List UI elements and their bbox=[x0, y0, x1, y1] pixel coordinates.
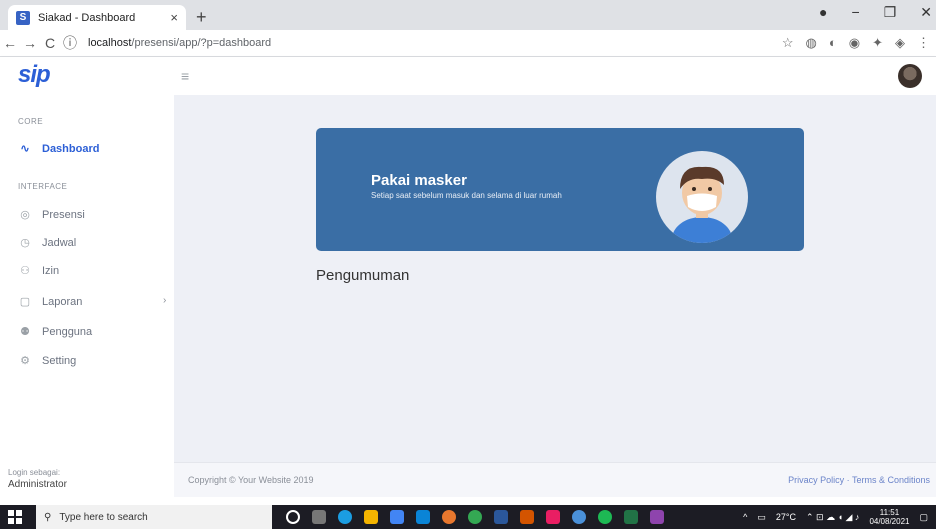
sidebar: CORE ∿ Dashboard INTERFACE ◎ Presensi ◷ … bbox=[0, 95, 174, 497]
sidebar-item-label: Setting bbox=[42, 354, 77, 367]
address-bar: ← → C ⓘ localhost/presensi/app/?p=dashbo… bbox=[0, 30, 936, 57]
back-button[interactable]: ← bbox=[0, 35, 20, 51]
file-explorer-icon[interactable] bbox=[364, 510, 378, 524]
sidebar-item-pengguna[interactable]: ⚉ Pengguna bbox=[18, 325, 93, 339]
clock[interactable]: 11:51 04/08/2021 bbox=[869, 508, 909, 526]
store-icon[interactable] bbox=[390, 510, 404, 524]
puzzle-icon[interactable]: ✦ bbox=[872, 35, 883, 51]
app-icon[interactable] bbox=[650, 510, 664, 524]
sidebar-item-izin[interactable]: ⚇ Izin bbox=[18, 264, 60, 278]
app-icon[interactable] bbox=[572, 510, 586, 524]
sidebar-item-label: Presensi bbox=[42, 208, 85, 221]
extension-icon[interactable]: ◈ bbox=[895, 35, 905, 51]
sidebar-item-label: Laporan bbox=[42, 295, 83, 308]
tab-title: Siakad - Dashboard bbox=[38, 11, 136, 24]
users-icon: ⚉ bbox=[20, 326, 30, 338]
browser-tab[interactable]: S Siakad - Dashboard × bbox=[8, 5, 186, 30]
login-as-label: Login sebagai: bbox=[8, 468, 61, 477]
clock-time: 11:51 bbox=[879, 508, 900, 517]
extension-icon[interactable]: ◐ bbox=[829, 35, 837, 51]
clock-date: 04/08/2021 bbox=[869, 517, 910, 526]
windows-start-icon[interactable] bbox=[8, 510, 22, 524]
task-view-icon[interactable] bbox=[312, 510, 326, 524]
sidebar-item-label: Dashboard bbox=[42, 142, 100, 155]
profile-icon[interactable]: ● bbox=[819, 4, 827, 21]
close-window-button[interactable]: ✕ bbox=[920, 4, 932, 21]
app-topbar: sip ≡ bbox=[0, 57, 936, 95]
browser-tab-strip: S Siakad - Dashboard × + ● − ❐ ✕ bbox=[0, 0, 936, 30]
excel-icon[interactable] bbox=[624, 510, 638, 524]
search-icon: ⚲ bbox=[44, 511, 52, 523]
sidebar-item-jadwal[interactable]: ◷ Jadwal bbox=[18, 236, 77, 250]
taskbar-search-input[interactable]: ⚲ Type here to search bbox=[36, 505, 272, 529]
cortana-icon[interactable] bbox=[286, 510, 300, 524]
windows-taskbar: ⚲ Type here to search ^ ▭ 27°C ⌃ ⊡ ☁ ◖ ◢… bbox=[0, 505, 936, 529]
copyright-text: Copyright © Your Website 2019 bbox=[188, 475, 314, 485]
chevron-right-icon[interactable]: › bbox=[163, 295, 166, 306]
menu-dots-icon[interactable]: ⋮ bbox=[917, 35, 930, 51]
sidebar-heading-core: CORE bbox=[18, 117, 44, 126]
app-icon[interactable] bbox=[546, 510, 560, 524]
banner-title: Pakai masker bbox=[371, 172, 467, 189]
footer-links[interactable]: Privacy Policy · Terms & Conditions bbox=[788, 475, 930, 485]
sidebar-heading-interface: INTERFACE bbox=[18, 182, 68, 191]
word-icon[interactable] bbox=[494, 510, 508, 524]
system-tray: ^ ▭ 27°C ⌃ ⊡ ☁ ◖ ◢ ♪ 11:51 04/08/2021 ▢ bbox=[743, 508, 928, 526]
restore-button[interactable]: ❐ bbox=[884, 4, 897, 21]
banner-subtitle: Setiap saat sebelum masuk dan selama di … bbox=[371, 191, 562, 200]
extension-icons: ☆ ◍ ◐ ◉ ✦ ◈ ⋮ bbox=[782, 35, 930, 51]
gear-icon: ⚙ bbox=[20, 355, 30, 367]
sidebar-item-label: Pengguna bbox=[42, 325, 93, 338]
fingerprint-icon: ◎ bbox=[20, 209, 30, 221]
edge-icon[interactable] bbox=[338, 510, 352, 524]
section-title-pengumuman: Pengumuman bbox=[316, 267, 410, 284]
temperature-text: 27°C bbox=[775, 512, 796, 522]
mask-banner: Pakai masker Setiap saat sebelum masuk d… bbox=[316, 128, 804, 251]
sidebar-item-setting[interactable]: ⚙ Setting bbox=[18, 354, 77, 368]
user-avatar[interactable] bbox=[898, 64, 922, 88]
reload-button[interactable]: C bbox=[40, 35, 60, 51]
spotify-icon[interactable] bbox=[598, 510, 612, 524]
masked-person-illustration bbox=[656, 151, 748, 243]
minimize-button[interactable]: − bbox=[852, 4, 860, 21]
clock-icon: ◷ bbox=[20, 237, 30, 249]
activity-icon: ∿ bbox=[20, 143, 30, 155]
forward-button[interactable]: → bbox=[20, 35, 40, 51]
extension-icon[interactable]: ◍ bbox=[806, 35, 817, 51]
app-icon[interactable] bbox=[520, 510, 534, 524]
hamburger-menu-icon[interactable]: ≡ bbox=[181, 68, 189, 84]
taskbar-search-placeholder: Type here to search bbox=[59, 511, 148, 523]
window-controls: ● − ❐ ✕ bbox=[819, 4, 932, 21]
notification-icon[interactable]: ▢ bbox=[919, 512, 928, 523]
url-field[interactable]: localhost/presensi/app/?p=dashboard bbox=[88, 37, 271, 49]
new-tab-button[interactable]: + bbox=[196, 7, 207, 28]
sidebar-item-label: Izin bbox=[42, 264, 60, 277]
favicon-icon: S bbox=[16, 10, 30, 25]
info-icon[interactable]: ⓘ bbox=[60, 33, 80, 53]
tray-icons[interactable]: ⌃ ⊡ ☁ ◖ ◢ ♪ bbox=[806, 512, 859, 523]
taskbar-app-icons bbox=[286, 510, 664, 524]
main-content: Pakai masker Setiap saat sebelum masuk d… bbox=[174, 95, 936, 462]
chevron-up-icon[interactable]: ^ bbox=[743, 512, 747, 522]
page-footer: Copyright © Your Website 2019 Privacy Po… bbox=[174, 462, 936, 497]
mail-icon[interactable] bbox=[416, 510, 430, 524]
bookmark-star-icon[interactable]: ☆ bbox=[782, 35, 794, 51]
sidebar-item-laporan[interactable]: ▢ Laporan bbox=[18, 295, 83, 309]
sidebar-item-label: Jadwal bbox=[42, 236, 77, 249]
login-role: Administrator bbox=[8, 479, 67, 490]
file-icon: ▢ bbox=[19, 296, 31, 308]
weather-icon[interactable]: ▭ bbox=[757, 512, 766, 523]
sidebar-item-dashboard[interactable]: ∿ Dashboard bbox=[18, 142, 100, 156]
sidebar-item-presensi[interactable]: ◎ Presensi bbox=[18, 208, 85, 222]
app-icon[interactable] bbox=[468, 510, 482, 524]
tab-close-icon[interactable]: × bbox=[170, 10, 178, 25]
extension-icon[interactable]: ◉ bbox=[849, 35, 860, 51]
user-plus-icon: ⚇ bbox=[20, 265, 30, 277]
chrome-icon[interactable] bbox=[442, 510, 456, 524]
app-logo[interactable]: sip bbox=[18, 61, 51, 89]
